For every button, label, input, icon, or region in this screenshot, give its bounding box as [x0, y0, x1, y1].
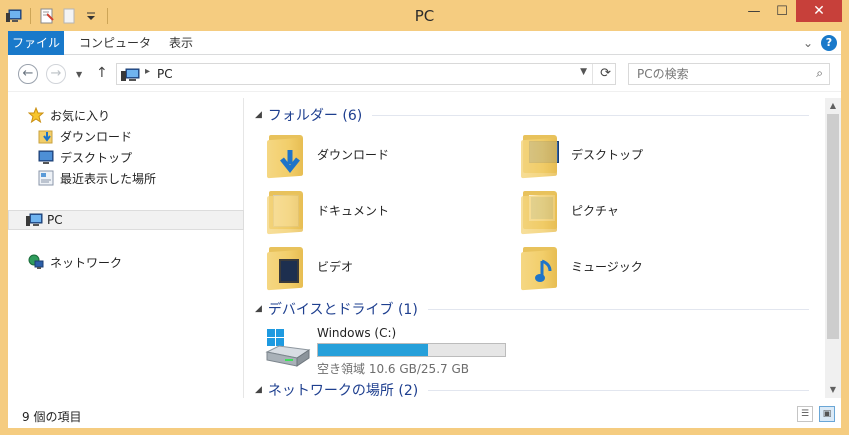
folder-label: ドキュメント [317, 203, 390, 218]
status-bar: 9 個の項目 ☰ ▣ [8, 402, 841, 428]
pc-icon [120, 67, 140, 83]
sidebar-item-label: お気に入り [50, 108, 111, 123]
breadcrumb-pc[interactable]: PC [157, 67, 173, 81]
scroll-up-icon[interactable]: ▲ [825, 98, 841, 114]
sidebar-item-label: ダウンロード [60, 129, 133, 144]
folder-label: ビデオ [317, 259, 354, 274]
folder-label: ミュージック [571, 259, 643, 274]
navigation-bar: ← → ▼ ↑ ▸ PC ▼ ⟳ ⌕ [8, 56, 841, 92]
tab-view[interactable]: 表示 [162, 31, 200, 55]
address-dropdown-icon[interactable]: ▼ [580, 67, 587, 77]
folder-downloads[interactable]: ダウンロード [267, 130, 390, 179]
group-divider [372, 114, 809, 116]
ribbon-right-controls: ⌄ ? [803, 35, 837, 51]
pc-icon [25, 212, 43, 228]
up-button[interactable]: ↑ [96, 65, 108, 81]
folder-label: ピクチャ [571, 203, 619, 218]
collapse-icon[interactable]: ◢ [255, 110, 262, 120]
desktop-icon [38, 149, 54, 165]
sidebar-item-pc[interactable]: PC [8, 210, 244, 230]
sidebar-item-label: PC [47, 213, 63, 227]
group-header-folders[interactable]: ◢ フォルダー (6) [245, 104, 817, 126]
star-icon [27, 106, 45, 124]
address-bar[interactable]: ▸ PC ▼ ⟳ [116, 63, 616, 85]
group-divider [428, 389, 809, 391]
group-title: フォルダー (6) [267, 108, 363, 124]
window-controls: — ☐ ✕ [740, 0, 842, 22]
close-button[interactable]: ✕ [796, 0, 842, 22]
address-divider [592, 64, 593, 84]
title-bar: PC — ☐ ✕ [0, 0, 849, 31]
drive-c[interactable]: Windows (C:) 空き領域 10.6 GB/25.7 GB [265, 322, 525, 376]
search-input[interactable] [629, 64, 799, 84]
download-folder-icon [38, 128, 54, 144]
content-pane: ◢ フォルダー (6) ダウンロード デスクトップ ドキュメント ピクチャ ビデ… [245, 98, 825, 398]
group-divider [427, 308, 809, 310]
window-title: PC [414, 7, 435, 25]
recent-locations-dropdown-icon[interactable]: ▼ [76, 70, 82, 79]
search-box[interactable]: ⌕ [628, 63, 830, 85]
help-icon[interactable]: ? [821, 35, 837, 51]
desktop-folder-icon [521, 131, 563, 179]
drive-name: Windows (C:) [317, 326, 397, 340]
group-title: ネットワークの場所 (2) [267, 383, 419, 398]
back-button[interactable]: ← [18, 64, 38, 84]
sidebar-item-recent-places[interactable]: 最近表示した場所 [38, 168, 156, 188]
view-buttons: ☰ ▣ [797, 406, 835, 422]
network-icon [28, 254, 44, 270]
folder-pictures[interactable]: ピクチャ [521, 186, 619, 235]
group-header-devices[interactable]: ◢ デバイスとドライブ (1) [245, 298, 817, 320]
search-icon[interactable]: ⌕ [816, 66, 823, 81]
pictures-folder-icon [521, 187, 563, 235]
music-folder-icon [521, 243, 563, 291]
folder-label: ダウンロード [317, 147, 390, 162]
scrollbar-thumb[interactable] [827, 114, 839, 339]
explorer-window: PC — ☐ ✕ ファイル コンピューター 表示 ⌄ ? ← → ▼ ↑ ▸ P… [0, 0, 849, 435]
drive-usage-bar [317, 343, 506, 357]
sidebar-item-favorites[interactable]: お気に入り [27, 105, 111, 125]
maximize-button[interactable]: ☐ [768, 0, 796, 22]
vertical-scrollbar[interactable]: ▲ ▼ [825, 98, 841, 398]
minimize-button[interactable]: — [740, 0, 768, 22]
downloads-folder-icon [267, 131, 309, 179]
sidebar-item-label: 最近表示した場所 [60, 171, 157, 186]
forward-button[interactable]: → [46, 64, 66, 84]
folder-desktop[interactable]: デスクトップ [521, 130, 644, 179]
tab-file[interactable]: ファイル [8, 31, 64, 55]
sidebar-item-label: デスクトップ [60, 150, 133, 165]
sidebar-item-network[interactable]: ネットワーク [28, 252, 122, 272]
sidebar-item-desktop[interactable]: デスクトップ [38, 147, 132, 167]
hard-drive-icon [265, 328, 311, 368]
sidebar-item-downloads[interactable]: ダウンロード [38, 126, 132, 146]
ribbon-tabs: ファイル コンピューター 表示 ⌄ ? [8, 31, 841, 74]
folder-label: デスクトップ [571, 147, 644, 162]
sidebar-item-label: ネットワーク [50, 255, 123, 270]
refresh-button[interactable]: ⟳ [600, 66, 611, 81]
collapse-icon[interactable]: ◢ [255, 304, 262, 314]
group-title: デバイスとドライブ (1) [267, 302, 418, 318]
scroll-down-icon[interactable]: ▼ [825, 382, 841, 398]
breadcrumb-separator-icon[interactable]: ▸ [145, 66, 150, 77]
recent-places-icon [38, 170, 54, 186]
drive-free-space: 空き領域 10.6 GB/25.7 GB [317, 362, 469, 376]
group-header-network-locations[interactable]: ◢ ネットワークの場所 (2) [245, 379, 817, 398]
item-count: 9 個の項目 [22, 410, 82, 424]
collapse-icon[interactable]: ◢ [255, 385, 262, 395]
folder-documents[interactable]: ドキュメント [267, 186, 390, 235]
folder-videos[interactable]: ビデオ [267, 242, 354, 291]
documents-folder-icon [267, 187, 309, 235]
folder-music[interactable]: ミュージック [521, 242, 643, 291]
videos-folder-icon [267, 243, 309, 291]
drive-usage-fill [318, 344, 429, 356]
tab-computer[interactable]: コンピューター [74, 31, 156, 74]
navigation-pane: お気に入り ダウンロード デスクトップ 最近表示した場所 PC ネットワーク [8, 98, 244, 398]
details-view-icon[interactable]: ☰ [797, 406, 813, 422]
expand-ribbon-icon[interactable]: ⌄ [803, 36, 813, 50]
large-icons-view-icon[interactable]: ▣ [819, 406, 835, 422]
